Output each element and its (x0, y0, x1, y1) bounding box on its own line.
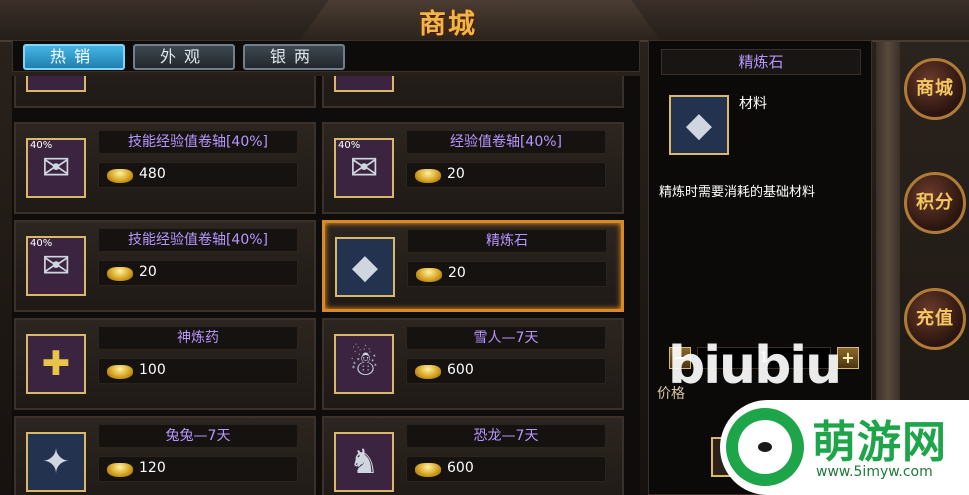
item-price-bar: 120 (98, 456, 298, 482)
gold-ingot-icon (107, 169, 133, 183)
item-card[interactable]: 40% ✉ 技能经验值卷轴[40%] 480 (14, 122, 316, 214)
item-price: 600 (447, 362, 474, 378)
item-name: 经验值卷轴[40%] (406, 130, 606, 154)
item-card-partial[interactable] (14, 76, 316, 108)
gold-ingot-icon (416, 268, 442, 282)
scroll-icon: 40% ✉ (26, 236, 86, 296)
scroll-icon: 40% ✉ (26, 138, 86, 198)
item-price-bar: 20 (406, 162, 606, 188)
item-grid: 40% ✉ 技能经验值卷轴[40%] 480 40% ✉ 经验值卷轴[40%] … (12, 76, 640, 495)
dog-logo-icon (726, 408, 804, 486)
item-price: 20 (448, 265, 466, 281)
item-price: 600 (447, 460, 474, 476)
item-name: 精炼石 (407, 229, 607, 253)
gold-ingot-icon (415, 463, 441, 477)
potion-icon: ✚ (26, 334, 86, 394)
rabbit-icon: ✦ (26, 432, 86, 492)
item-price-bar: 600 (406, 358, 606, 384)
side-button-shop[interactable]: 商城 (904, 58, 966, 120)
tab-hot-sale[interactable]: 热销 (23, 44, 125, 70)
item-price: 120 (139, 460, 166, 476)
item-card-selected[interactable]: ◆ 精炼石 20 (322, 220, 624, 312)
item-price-bar: 480 (98, 162, 298, 188)
item-price-bar: 100 (98, 358, 298, 384)
snowman-icon: ☃ (334, 334, 394, 394)
item-name: 神炼药 (98, 326, 298, 350)
tab-bar: 热销 外观 银两 (12, 40, 640, 72)
biubiu-watermark: biubiu (668, 336, 842, 396)
item-name: 恐龙—7天 (406, 424, 606, 448)
item-name: 兔兔—7天 (98, 424, 298, 448)
side-button-points[interactable]: 积分 (904, 172, 966, 234)
scroll-icon: 40% ✉ (334, 138, 394, 198)
item-card[interactable]: ♞ 恐龙—7天 600 (322, 416, 624, 495)
gold-ingot-icon (415, 365, 441, 379)
item-price: 100 (139, 362, 166, 378)
item-price: 20 (139, 264, 157, 280)
dinosaur-icon: ♞ (334, 432, 394, 492)
detail-title: 精炼石 (661, 49, 861, 75)
shop-title: 商城 (419, 9, 477, 40)
item-card[interactable]: ☃ 雪人—7天 600 (322, 318, 624, 410)
detail-type: 材料 (739, 96, 767, 112)
item-price-bar: 600 (406, 456, 606, 482)
item-card[interactable]: ✚ 神炼药 100 (14, 318, 316, 410)
increase-quantity-button[interactable]: + (837, 347, 859, 369)
gold-ingot-icon (107, 463, 133, 477)
item-card[interactable]: 40% ✉ 经验值卷轴[40%] 20 (322, 122, 624, 214)
item-icon (26, 76, 86, 92)
item-card[interactable]: 40% ✉ 技能经验值卷轴[40%] 20 (14, 220, 316, 312)
refining-stone-icon: ◆ (335, 237, 395, 297)
detail-description: 精炼时需要消耗的基础材料 (659, 185, 816, 200)
item-name: 技能经验值卷轴[40%] (98, 228, 298, 252)
item-card-partial[interactable] (322, 76, 624, 108)
gold-ingot-icon (415, 169, 441, 183)
watermark-brand: 萌游网 (812, 417, 947, 468)
item-price: 20 (447, 166, 465, 182)
item-price-bar: 20 (407, 261, 607, 287)
watermark-url: www.5imyw.com (816, 464, 933, 480)
item-name: 技能经验值卷轴[40%] (98, 130, 298, 154)
gold-ingot-icon (107, 267, 133, 281)
item-card[interactable]: ✦ 兔兔—7天 120 (14, 416, 316, 495)
tab-silver[interactable]: 银两 (243, 44, 345, 70)
tab-appearance[interactable]: 外观 (133, 44, 235, 70)
site-watermark: 萌游网 www.5imyw.com (720, 400, 969, 495)
item-icon (334, 76, 394, 92)
item-price-bar: 20 (98, 260, 298, 286)
item-price: 480 (139, 166, 166, 182)
item-name: 雪人—7天 (406, 326, 606, 350)
side-button-recharge[interactable]: 充值 (904, 288, 966, 350)
gold-ingot-icon (107, 365, 133, 379)
refining-stone-icon: ◆ (669, 95, 729, 155)
